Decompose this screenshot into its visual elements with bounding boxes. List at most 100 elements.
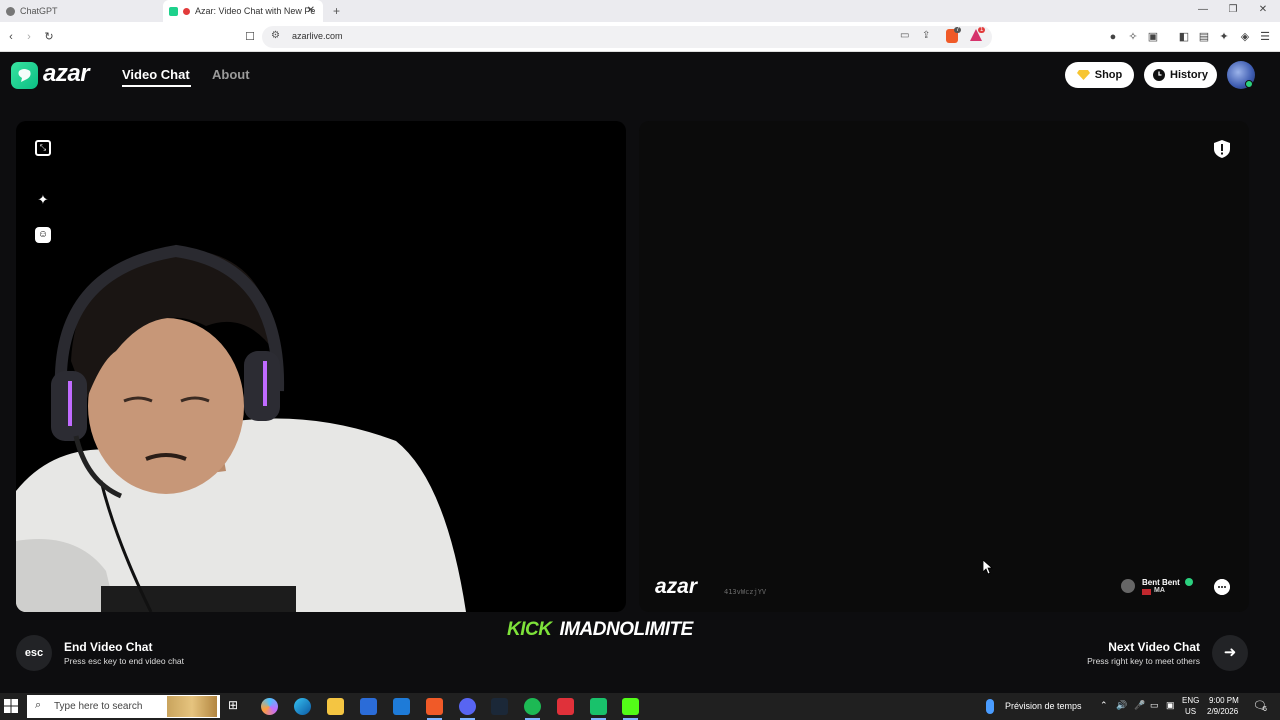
kick-icon[interactable] (590, 698, 607, 720)
browser-toolbar: ‹ › ↻ ☐ ⚙ azarlive.com ▭ ⇪ 7 1 ● ✧ ▣ ◧ ▤… (0, 22, 1280, 52)
end-chat-button[interactable]: esc (16, 635, 52, 671)
volume-icon[interactable]: 🔊 (1116, 700, 1127, 711)
language-code[interactable]: ENG (1182, 696, 1199, 705)
notification-count: 6 (1263, 706, 1267, 713)
nav-video-chat[interactable]: Video Chat (122, 67, 190, 82)
end-chat-title: End Video Chat (64, 640, 153, 654)
close-window-icon[interactable]: ✕ (1256, 4, 1270, 15)
search-placeholder: Type here to search (54, 701, 143, 712)
chatgpt-favicon-icon (6, 6, 15, 16)
user-webcam-image (16, 244, 466, 612)
search-icon: ⌕ (35, 699, 42, 711)
close-tab-icon[interactable]: ✕ (307, 5, 315, 16)
taskbar-search[interactable]: ⌕ Type here to search (27, 695, 220, 718)
morocco-flag-icon (1142, 589, 1151, 595)
clock-icon (1153, 69, 1166, 81)
azar-watermark-logo: azar (655, 575, 698, 598)
recording-indicator-icon (183, 7, 190, 15)
extensions-icon[interactable]: ✧ (1126, 30, 1140, 44)
bookmark-icon[interactable]: ☐ (243, 30, 257, 44)
kick-studio-icon[interactable] (622, 698, 639, 720)
expand-icon[interactable]: ⤡ (35, 140, 51, 156)
discord-icon[interactable] (459, 698, 476, 720)
screenshot-icon[interactable]: ▣ (1146, 30, 1160, 44)
magic-wand-icon[interactable]: ✦ (35, 192, 51, 208)
chat-icon[interactable] (1214, 579, 1230, 595)
history-label: History (1170, 69, 1208, 81)
tab-azar[interactable]: Azar: Video Chat with New Pe ✕ (163, 0, 323, 22)
stream-caption-overlay: KICK IMADNOLIMITE (507, 619, 693, 641)
share-icon[interactable]: ⇪ (922, 30, 930, 41)
new-tab-button[interactable]: + (333, 4, 340, 18)
next-chat-title: Next Video Chat (1108, 640, 1200, 654)
url-text: azarlive.com (292, 31, 343, 41)
clock-date[interactable]: 2/9/2026 (1207, 707, 1238, 716)
local-video-feed: ⤡ ✦ ☺ (16, 121, 626, 612)
next-chat-button[interactable]: ➜ (1212, 635, 1248, 671)
edge-icon[interactable] (294, 698, 311, 715)
arrow-right-icon: ➜ (1223, 644, 1237, 661)
caption-channel: IMADNOLIMITE (559, 619, 693, 640)
copilot-icon[interactable] (261, 698, 278, 715)
remote-video-feed: azar 413vWczjYV Bent Bent MA (639, 121, 1249, 612)
steam-icon[interactable] (491, 698, 508, 715)
session-id: 413vWczjYV (724, 588, 767, 596)
azar-favicon-icon (169, 6, 178, 16)
wallet-icon[interactable]: ▤ (1197, 30, 1211, 44)
address-bar[interactable]: ⚙ azarlive.com ▭ ⇪ 7 1 (262, 26, 992, 48)
gem-icon (1076, 70, 1090, 80)
tab-title: Azar: Video Chat with New Pe (195, 6, 316, 16)
shields-badge: 7 (954, 27, 962, 33)
minimize-icon[interactable]: — (1196, 4, 1210, 15)
brave-icon[interactable] (426, 698, 443, 720)
clock-time[interactable]: 9:00 PM (1209, 696, 1239, 705)
peer-name[interactable]: Bent Bent (1142, 578, 1180, 587)
recorder-icon[interactable] (557, 698, 574, 715)
cast-icon[interactable]: ▭ (900, 30, 909, 41)
nav-about[interactable]: About (212, 67, 250, 82)
weather-icon[interactable] (986, 699, 994, 714)
peer-avatar-icon[interactable] (1121, 579, 1135, 593)
vpn-icon[interactable]: ◈ (1238, 30, 1252, 44)
spotify-icon[interactable] (524, 698, 541, 720)
task-view-icon[interactable]: ⊞ (228, 698, 245, 715)
microphone-icon[interactable]: 🎤 (1134, 700, 1145, 711)
shop-label: Shop (1094, 69, 1123, 81)
end-chat-hint: Press esc key to end video chat (64, 656, 185, 666)
online-status-dot (1245, 80, 1253, 88)
mail-icon[interactable] (393, 698, 410, 715)
network-icon[interactable]: ▭ (1150, 700, 1159, 711)
caption-platform: KICK (507, 619, 552, 640)
site-info-icon[interactable]: ⚙ (271, 30, 280, 41)
windows-taskbar: ⌕ Type here to search ⊞ Prévision de tem… (0, 693, 1280, 720)
tray-overflow-icon[interactable]: ⌃ (1100, 700, 1108, 711)
restore-icon[interactable]: ❐ (1226, 4, 1240, 15)
weather-label[interactable]: Prévision de temps (1005, 701, 1082, 711)
rewards-badge: 1 (978, 27, 986, 33)
sidebar-icon[interactable]: ◧ (1177, 30, 1191, 44)
report-icon[interactable] (1214, 140, 1230, 158)
tab-chatgpt[interactable]: ChatGPT (0, 0, 160, 22)
active-nav-underline (122, 85, 191, 87)
menu-icon[interactable]: ☰ (1258, 30, 1272, 44)
history-button[interactable]: History (1144, 62, 1217, 88)
azar-logo-icon[interactable] (11, 62, 38, 89)
file-explorer-icon[interactable] (327, 698, 344, 715)
search-highlight-image (167, 696, 217, 717)
reload-icon[interactable]: ↻ (42, 30, 56, 44)
shop-button[interactable]: Shop (1065, 62, 1134, 88)
verified-badge-icon (1185, 578, 1193, 586)
logo-text[interactable]: azar (43, 60, 90, 88)
browser-tab-bar: ChatGPT Azar: Video Chat with New Pe ✕ +… (0, 0, 1280, 22)
tab-title: ChatGPT (20, 6, 58, 16)
store-icon[interactable] (360, 698, 377, 715)
back-icon[interactable]: ‹ (4, 30, 18, 44)
leo-ai-icon[interactable]: ✦ (1217, 30, 1231, 44)
forward-icon[interactable]: › (22, 30, 36, 44)
windows-start-icon[interactable] (4, 699, 18, 713)
display-icon[interactable]: ▣ (1166, 700, 1175, 711)
cookie-extension-icon[interactable]: ● (1106, 30, 1120, 44)
peer-country: MA (1154, 587, 1165, 594)
mouse-cursor-icon (983, 560, 993, 575)
region-code[interactable]: US (1185, 707, 1196, 716)
